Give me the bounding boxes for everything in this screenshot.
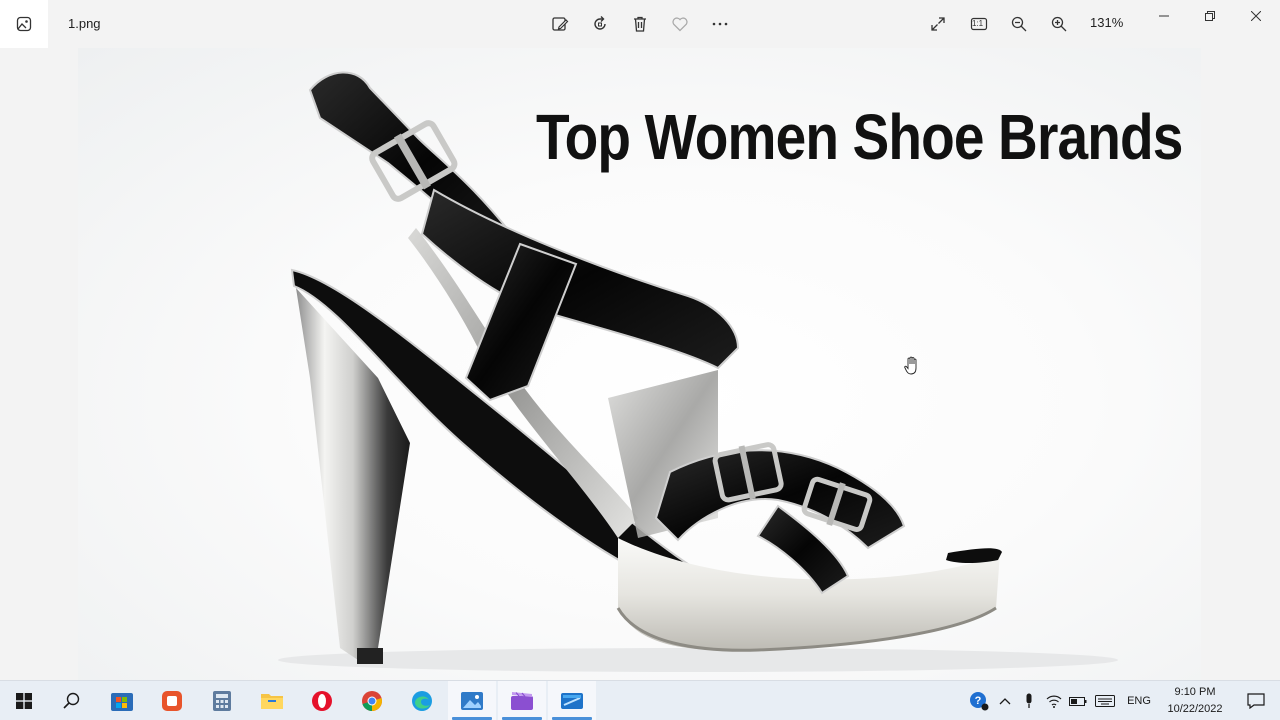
delete-icon <box>634 16 646 32</box>
favorite-button[interactable] <box>664 8 696 40</box>
hand-cursor-icon <box>904 356 917 375</box>
taskbar-calculator[interactable] <box>198 681 246 720</box>
battery-icon <box>1069 697 1087 706</box>
taskbar-edge[interactable] <box>398 681 446 720</box>
taskbar-opera[interactable] <box>298 681 346 720</box>
taskbar: ? ENG 9:10 PM 10/22/2022 <box>0 680 1280 720</box>
restore-button[interactable] <box>1187 0 1233 32</box>
fit-expand-icon <box>931 17 945 31</box>
zoom-in-icon <box>1051 16 1067 32</box>
edge-icon <box>412 691 432 711</box>
battery-tray-button[interactable] <box>1066 681 1090 720</box>
search-icon <box>63 692 80 709</box>
svg-text:?: ? <box>975 695 982 707</box>
office-icon <box>162 691 182 711</box>
microphone-icon <box>1026 693 1032 708</box>
network-tray-button[interactable] <box>1042 681 1066 720</box>
opera-icon <box>312 691 332 711</box>
title-bar: 1.png 1:1 131% <box>0 0 1280 48</box>
zoom-out-button[interactable] <box>1003 8 1035 40</box>
taskbar-video-editor[interactable] <box>498 681 546 720</box>
favorite-icon <box>672 17 688 32</box>
chrome-icon <box>362 691 382 711</box>
store-icon <box>111 693 133 711</box>
image-headline: Top Women Shoe Brands <box>536 101 1183 173</box>
keyboard-icon <box>1095 695 1115 707</box>
rotate-icon <box>594 16 606 30</box>
actual-size-button[interactable]: 1:1 <box>963 8 995 40</box>
file-name: 1.png <box>68 16 101 31</box>
taskbar-photos[interactable] <box>448 681 496 720</box>
restore-icon <box>1205 11 1215 21</box>
notification-icon <box>1247 693 1265 709</box>
close-button[interactable] <box>1233 0 1279 32</box>
photos-app-icon[interactable] <box>0 0 48 48</box>
minimize-button[interactable] <box>1141 0 1187 32</box>
edit-image-icon <box>552 17 569 31</box>
help-tray-button[interactable]: ? <box>966 681 992 720</box>
wifi-icon <box>1046 695 1062 708</box>
chevron-up-icon <box>999 698 1011 705</box>
rotate-button[interactable] <box>584 8 616 40</box>
start-icon <box>16 693 32 709</box>
help-icon: ? <box>970 692 989 711</box>
more-button[interactable] <box>704 8 736 40</box>
taskbar-store[interactable] <box>98 681 146 720</box>
delete-button[interactable] <box>624 8 656 40</box>
clock-time: 9:10 PM <box>1174 686 1216 698</box>
input-language[interactable]: ENG <box>1122 681 1156 720</box>
more-icon <box>712 22 728 26</box>
touch-keyboard-button[interactable] <box>1092 681 1118 720</box>
close-icon <box>1251 11 1261 21</box>
edit-image-button[interactable] <box>544 8 576 40</box>
clock-date: 10/22/2022 <box>1167 703 1223 715</box>
file-explorer-icon <box>261 694 283 709</box>
fit-to-window-button[interactable] <box>922 8 954 40</box>
actual-size-label: 1:1 <box>972 19 984 28</box>
displayed-image[interactable]: Top Women Shoe Brands <box>78 48 1201 680</box>
whiteboard-icon <box>561 693 583 709</box>
zoom-in-button[interactable] <box>1043 8 1075 40</box>
zoom-level[interactable]: 131% <box>1090 15 1123 30</box>
taskbar-file-explorer[interactable] <box>248 681 296 720</box>
zoom-out-icon <box>1011 16 1027 32</box>
show-hidden-icons-button[interactable] <box>994 681 1016 720</box>
minimize-icon <box>1159 15 1169 17</box>
start-button[interactable] <box>0 681 48 720</box>
search-button[interactable] <box>48 681 96 720</box>
calculator-icon <box>213 691 231 711</box>
taskbar-office[interactable] <box>148 681 196 720</box>
taskbar-whiteboard[interactable] <box>548 681 596 720</box>
taskbar-clock[interactable]: 9:10 PM 10/22/2022 <box>1158 684 1232 718</box>
microphone-tray-button[interactable] <box>1018 681 1040 720</box>
taskbar-chrome[interactable] <box>348 681 396 720</box>
photos-icon <box>461 692 483 710</box>
image-viewport[interactable]: Top Women Shoe Brands <box>0 48 1280 680</box>
video-editor-icon <box>511 692 533 710</box>
notification-center-button[interactable] <box>1232 681 1280 720</box>
